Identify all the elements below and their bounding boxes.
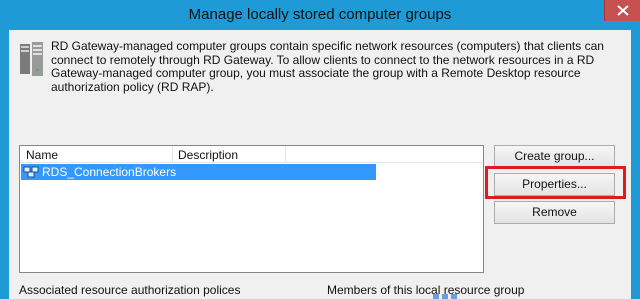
title-bar[interactable]: Manage locally stored computer groups <box>0 0 640 30</box>
computer-group-icon <box>23 166 39 178</box>
create-group-button[interactable]: Create group... <box>494 145 615 168</box>
server-stack-icon <box>20 42 43 76</box>
column-header-name[interactable]: Name <box>26 148 58 162</box>
highlight-box <box>485 166 626 199</box>
computer-groups-list[interactable]: Name Description RDS_ConnectionBrokers <box>19 145 484 273</box>
dialog-window: Manage locally stored computer groups RD… <box>0 0 640 299</box>
close-button[interactable] <box>604 0 640 21</box>
associated-policies-label: Associated resource authorization police… <box>19 283 241 297</box>
column-divider[interactable] <box>172 146 173 163</box>
remove-button[interactable]: Remove <box>494 201 615 224</box>
group-members-icon <box>433 294 457 299</box>
members-label: Members of this local resource group <box>327 283 525 297</box>
list-item[interactable]: RDS_ConnectionBrokers <box>21 164 376 180</box>
dialog-content: RD Gateway-managed computer groups conta… <box>9 30 631 299</box>
list-header: Name Description <box>20 146 483 163</box>
list-item-name: RDS_ConnectionBrokers <box>42 165 177 179</box>
description-text: RD Gateway-managed computer groups conta… <box>51 39 604 94</box>
column-header-description[interactable]: Description <box>178 148 238 162</box>
close-icon <box>617 5 629 16</box>
window-title: Manage locally stored computer groups <box>188 6 452 23</box>
column-divider[interactable] <box>285 146 286 163</box>
